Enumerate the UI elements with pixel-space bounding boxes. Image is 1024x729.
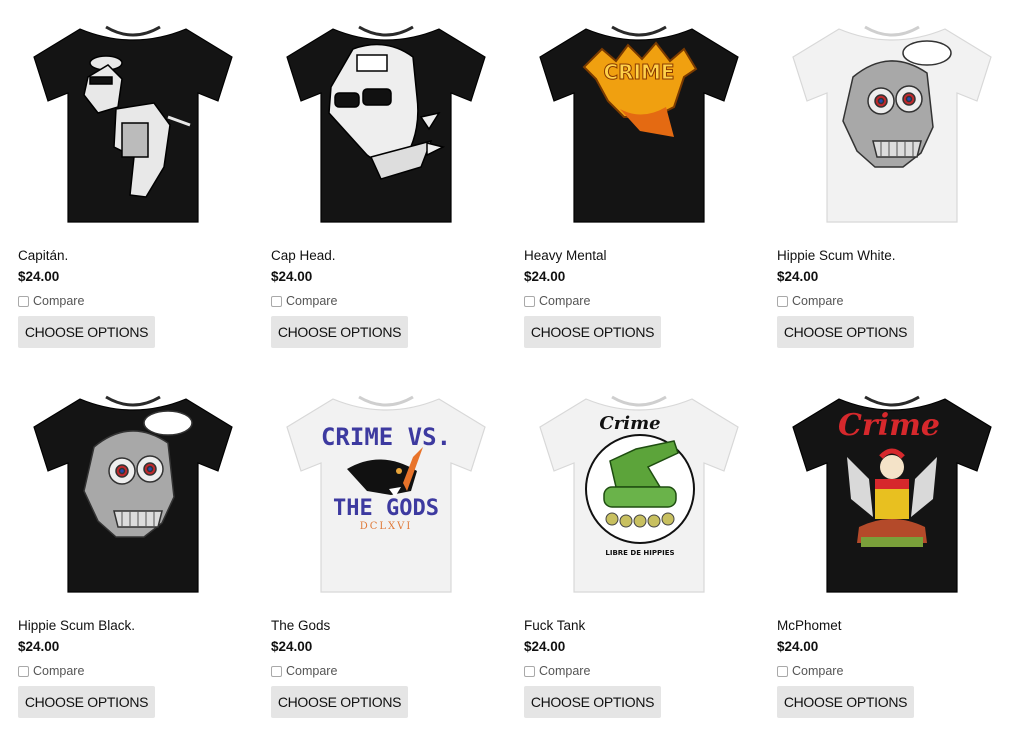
product-image[interactable] <box>18 387 248 597</box>
product-image[interactable]: Crime LIBRE DE HIPPIES <box>524 387 754 597</box>
choose-options-button[interactable]: CHOOSE OPTIONS <box>777 316 914 348</box>
product-image[interactable]: CRIME VS. THE GODS DCLXVI <box>271 387 501 597</box>
product-title[interactable]: Capitán. <box>18 248 68 263</box>
dog-captain-icon <box>18 17 248 227</box>
choose-options-button[interactable]: CHOOSE OPTIONS <box>777 686 914 718</box>
product-price: $24.00 <box>18 639 60 654</box>
compare-label: Compare <box>539 664 591 678</box>
product-image[interactable]: CRIME <box>524 17 754 227</box>
product-title[interactable]: Heavy Mental <box>524 248 607 263</box>
product-image[interactable] <box>18 17 248 227</box>
choose-options-button[interactable]: CHOOSE OPTIONS <box>18 686 155 718</box>
checkbox-icon[interactable] <box>18 665 29 677</box>
choose-options-button[interactable]: CHOOSE OPTIONS <box>524 686 661 718</box>
checkbox-icon[interactable] <box>777 665 788 677</box>
product-grid: Capitán. $24.00 Compare CHOOSE OPTIONS C… <box>0 0 1024 729</box>
tank-icon: Crime LIBRE DE HIPPIES <box>524 387 754 597</box>
checkbox-icon[interactable] <box>271 295 282 307</box>
compare-checkbox[interactable]: Compare <box>271 664 337 678</box>
product-title[interactable]: Cap Head. <box>271 248 336 263</box>
product-price: $24.00 <box>271 639 313 654</box>
compare-checkbox[interactable]: Compare <box>777 294 843 308</box>
product-price: $24.00 <box>524 639 566 654</box>
shirt-print-text: THE GODS <box>333 496 439 521</box>
product-image[interactable] <box>271 17 501 227</box>
product-image[interactable] <box>777 17 1007 227</box>
checkbox-icon[interactable] <box>777 295 788 307</box>
checkbox-icon[interactable] <box>524 665 535 677</box>
compare-label: Compare <box>539 294 591 308</box>
compare-checkbox[interactable]: Compare <box>18 664 84 678</box>
product-title[interactable]: Hippie Scum White. <box>777 248 896 263</box>
compare-label: Compare <box>33 664 85 678</box>
product-title[interactable]: McPhomet <box>777 618 842 633</box>
product-title[interactable]: The Gods <box>271 618 330 633</box>
product-price: $24.00 <box>777 639 819 654</box>
product-price: $24.00 <box>271 269 313 284</box>
product-title[interactable]: Fuck Tank <box>524 618 585 633</box>
shirt-print-text: Crime <box>599 413 660 434</box>
choose-options-button[interactable]: CHOOSE OPTIONS <box>18 316 155 348</box>
product-image[interactable]: Crime <box>777 387 1007 597</box>
compare-label: Compare <box>286 294 338 308</box>
product-title[interactable]: Hippie Scum Black. <box>18 618 135 633</box>
checkbox-icon[interactable] <box>271 665 282 677</box>
shirt-print-text: CRIME VS. <box>321 423 451 451</box>
skull-icon <box>18 387 248 597</box>
product-price: $24.00 <box>524 269 566 284</box>
dog-head-icon <box>271 17 501 227</box>
flame-logo-icon: CRIME <box>524 17 754 227</box>
checkbox-icon[interactable] <box>524 295 535 307</box>
skull-icon <box>777 17 1007 227</box>
compare-checkbox[interactable]: Compare <box>18 294 84 308</box>
shirt-print-text: Crime <box>838 408 940 443</box>
compare-label: Compare <box>792 294 844 308</box>
shirt-print-text: DCLXVI <box>360 521 413 532</box>
compare-checkbox[interactable]: Compare <box>777 664 843 678</box>
compare-label: Compare <box>792 664 844 678</box>
shirt-print-text: LIBRE DE HIPPIES <box>605 549 674 557</box>
compare-checkbox[interactable]: Compare <box>524 664 590 678</box>
choose-options-button[interactable]: CHOOSE OPTIONS <box>271 316 408 348</box>
svg-text:CRIME: CRIME <box>603 60 674 84</box>
compare-checkbox[interactable]: Compare <box>271 294 337 308</box>
compare-checkbox[interactable]: Compare <box>524 294 590 308</box>
checkbox-icon[interactable] <box>18 295 29 307</box>
compare-label: Compare <box>33 294 85 308</box>
compare-label: Compare <box>286 664 338 678</box>
panther-icon: CRIME VS. THE GODS DCLXVI <box>271 387 501 597</box>
product-price: $24.00 <box>777 269 819 284</box>
choose-options-button[interactable]: CHOOSE OPTIONS <box>524 316 661 348</box>
choose-options-button[interactable]: CHOOSE OPTIONS <box>271 686 408 718</box>
product-price: $24.00 <box>18 269 60 284</box>
clown-icon: Crime <box>777 387 1007 597</box>
